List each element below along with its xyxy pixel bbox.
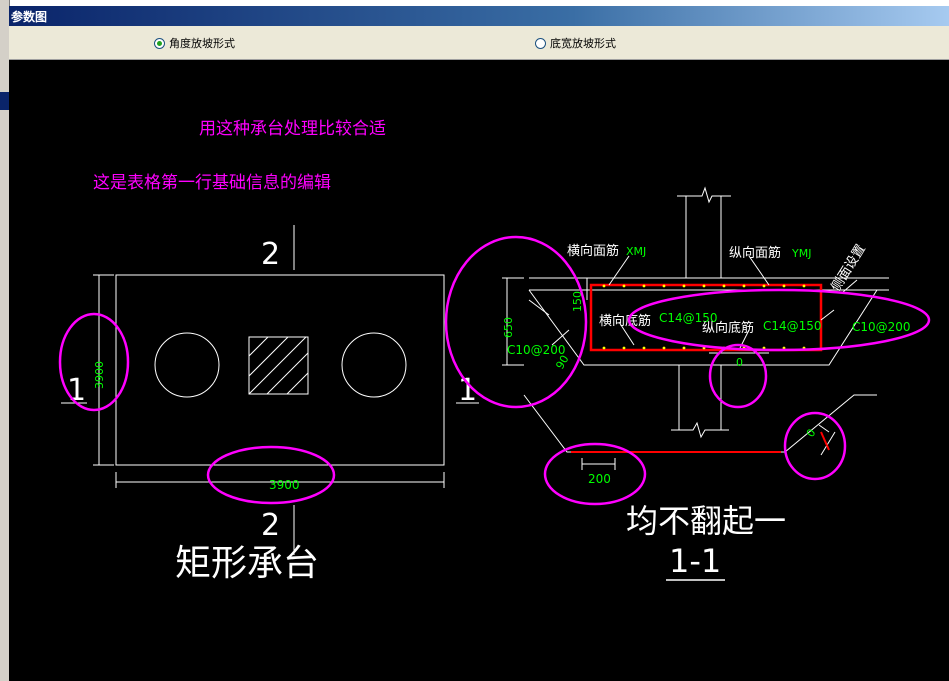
label-bottom-bar: 横向底筋 bbox=[599, 313, 651, 329]
radio-angle-slope[interactable]: 角度放坡形式 bbox=[154, 35, 235, 51]
radio-selected-icon bbox=[154, 37, 165, 49]
label-side-note: 侧面设置 bbox=[829, 242, 869, 294]
annotation-marks bbox=[58, 235, 931, 506]
dim-650: 650 bbox=[502, 317, 515, 338]
note-line-1: 用这种承台处理比较合适 bbox=[199, 119, 386, 139]
label-side-bar-right: C10@200 bbox=[852, 320, 911, 334]
drawing-canvas: 用这种承台处理比较合适 这是表格第一行基础信息的编辑 2 2 1 1 3900 … bbox=[9, 60, 949, 681]
label-bottom-long-bar: 纵向底筋 bbox=[702, 320, 754, 336]
radio-angle-slope-label: 角度放坡形式 bbox=[169, 37, 235, 50]
label-bottom-long-spec: C14@150 bbox=[763, 319, 822, 333]
left-panel-selection bbox=[0, 92, 9, 110]
pile-right bbox=[341, 332, 407, 398]
plan-section-mark-bottom: 2 bbox=[261, 508, 280, 543]
section-label: 1-1 bbox=[669, 542, 721, 580]
plan-dim-width: 3900 bbox=[269, 478, 300, 492]
label-top-bar-code: XMJ bbox=[626, 245, 646, 258]
dim-0-a: 0 bbox=[736, 356, 743, 369]
label-side-bar-left: C10@200 bbox=[507, 343, 566, 357]
dim-200: 200 bbox=[588, 472, 611, 486]
plan-caption: 矩形承台 bbox=[175, 543, 319, 584]
section-caption: 均不翻起一 bbox=[626, 502, 786, 540]
annotation-ellipse-zero-a bbox=[708, 343, 768, 409]
label-top-long-code: YMJ bbox=[791, 247, 811, 260]
annotation-ellipse-side-dims bbox=[444, 235, 588, 409]
options-bar: 角度放坡形式 底宽放坡形式 bbox=[9, 26, 949, 60]
radio-base-width-slope[interactable]: 底宽放坡形式 bbox=[535, 35, 616, 51]
radio-unselected-icon bbox=[535, 37, 546, 49]
cad-drawing: 用这种承台处理比较合适 这是表格第一行基础信息的编辑 2 2 1 1 3900 … bbox=[58, 119, 931, 584]
pile-left bbox=[154, 332, 220, 398]
section-view bbox=[502, 186, 889, 470]
cap-outline bbox=[115, 274, 445, 466]
annotation-ellipse-width-dim bbox=[206, 445, 336, 505]
title-bar: 参数图 bbox=[9, 6, 949, 26]
radio-base-width-slope-label: 底宽放坡形式 bbox=[550, 37, 616, 50]
plan-section-mark-top: 2 bbox=[261, 237, 280, 272]
plan-dim-height: 3900 bbox=[93, 361, 106, 389]
label-top-bar: 横向面筋 bbox=[567, 243, 619, 259]
plan-view bbox=[61, 225, 479, 555]
label-top-long-bar: 纵向面筋 bbox=[729, 245, 781, 261]
window-title: 参数图 bbox=[11, 10, 48, 24]
note-line-2: 这是表格第一行基础信息的编辑 bbox=[93, 173, 331, 193]
annotation-ellipse-zero-b bbox=[783, 411, 847, 481]
dim-0-b: 0 bbox=[804, 427, 819, 440]
